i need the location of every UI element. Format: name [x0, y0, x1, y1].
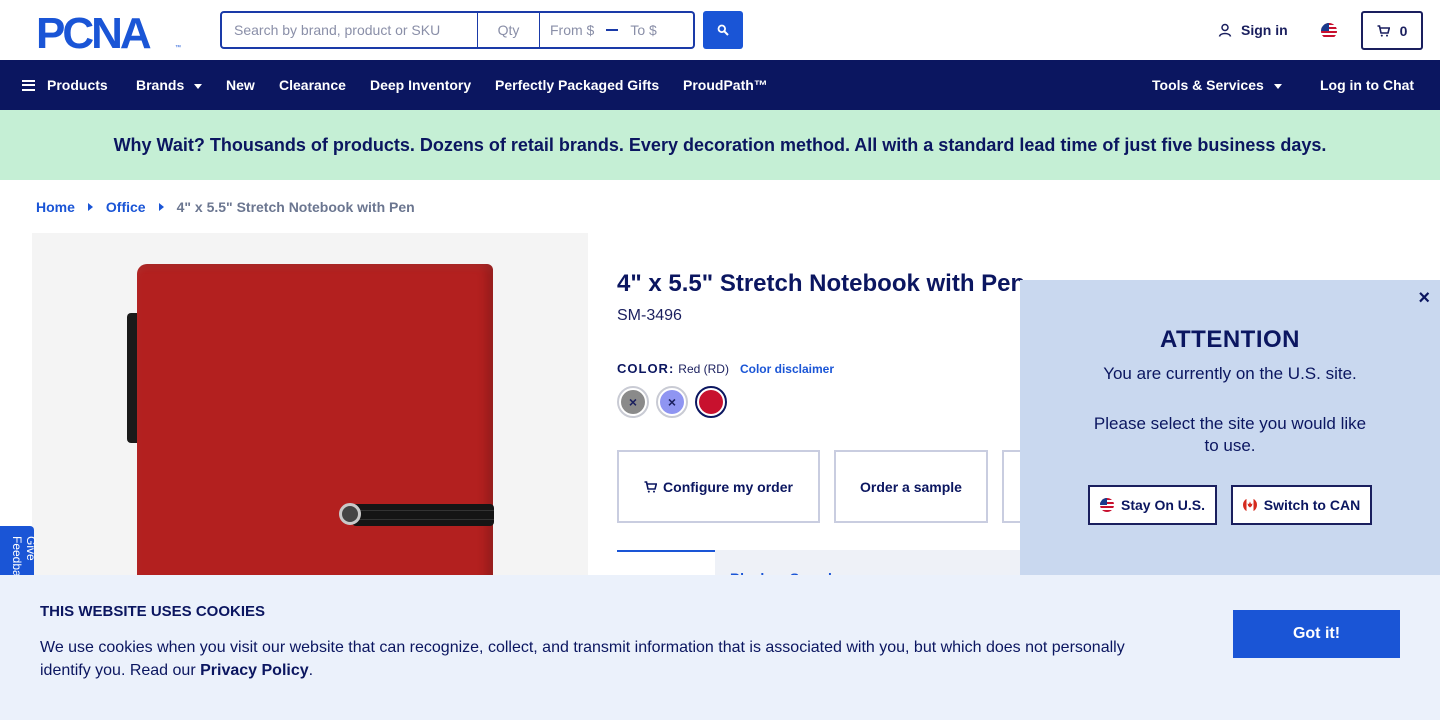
us-flag-icon: [1099, 498, 1114, 512]
configure-order-label: Configure my order: [663, 478, 793, 495]
pcna-logo[interactable]: PCNA ™: [36, 12, 184, 50]
nav-products[interactable]: Products: [22, 77, 108, 93]
stay-us-button[interactable]: Stay On U.S.: [1088, 485, 1217, 525]
nav-brands[interactable]: Brands: [136, 77, 203, 93]
quantity-input[interactable]: [478, 11, 540, 49]
svg-text:™: ™: [175, 44, 181, 50]
switch-can-label: Switch to CAN: [1263, 497, 1361, 513]
color-disclaimer-link[interactable]: Color disclaimer: [740, 362, 834, 376]
nav-products-label: Products: [47, 77, 108, 93]
promo-banner: Why Wait? Thousands of products. Dozens …: [0, 110, 1440, 180]
breadcrumb-arrow-icon: [158, 203, 164, 211]
cart-icon: [1377, 24, 1390, 37]
color-label: COLOR:: [617, 361, 675, 376]
popup-title: ATTENTION: [1159, 326, 1301, 353]
price-to-input[interactable]: To $: [630, 22, 656, 38]
close-icon[interactable]: ×: [1418, 287, 1430, 310]
breadcrumb-home[interactable]: Home: [36, 199, 75, 215]
color-value: Red (RD): [678, 361, 729, 376]
unavailable-x-icon: ×: [621, 390, 645, 414]
chat-login-link[interactable]: Log in to Chat: [1320, 77, 1414, 93]
breadcrumb: Home Office 4" x 5.5" Stretch Notebook w…: [36, 199, 415, 215]
site-select-popup: × ATTENTION You are currently on the U.S…: [1020, 280, 1440, 575]
grommet: [339, 503, 361, 525]
cart-button[interactable]: 0: [1361, 11, 1423, 50]
unavailable-x-icon: ×: [660, 390, 684, 414]
nav-new[interactable]: New: [226, 77, 255, 93]
order-sample-button[interactable]: Order a sample: [834, 450, 988, 523]
nav-perfectly-packaged-gifts[interactable]: Perfectly Packaged Gifts: [495, 77, 659, 93]
stay-us-label: Stay On U.S.: [1120, 497, 1206, 513]
nav-proudpath[interactable]: ProudPath™: [683, 77, 768, 93]
logo-text: PCNA: [36, 12, 151, 50]
site-header: PCNA ™ From $ To $ Sign in 0: [0, 0, 1440, 60]
product-title: 4" x 5.5" Stretch Notebook with Pen: [617, 270, 1026, 297]
main-nav: Products Brands New Clearance Deep Inven…: [0, 60, 1440, 110]
sign-in-link[interactable]: Sign in: [1218, 22, 1288, 38]
user-icon: [1218, 23, 1232, 37]
breadcrumb-arrow-icon: [87, 203, 93, 211]
swatch-gray[interactable]: ×: [617, 386, 649, 418]
cart-count: 0: [1399, 22, 1408, 39]
caret-down-icon: [1273, 83, 1282, 89]
switch-can-button[interactable]: Switch to CAN: [1231, 485, 1372, 525]
product-image[interactable]: [32, 233, 588, 633]
price-range: From $ To $: [540, 11, 695, 49]
menu-icon: [22, 79, 35, 91]
color-row: COLOR: Red (RD) Color disclaimer: [617, 361, 834, 376]
search-bar: From $ To $: [220, 11, 695, 49]
nav-brands-label: Brands: [136, 77, 185, 93]
popup-current-site: You are currently on the U.S. site.: [1103, 364, 1357, 383]
nav-clearance[interactable]: Clearance: [279, 77, 346, 93]
price-from-input[interactable]: From $: [550, 22, 594, 38]
cart-icon: [644, 480, 658, 493]
breadcrumb-current: 4" x 5.5" Stretch Notebook with Pen: [176, 199, 415, 215]
sign-in-label: Sign in: [1241, 22, 1288, 38]
configure-order-button[interactable]: Configure my order: [617, 450, 820, 523]
cookie-text: We use cookies when you visit our websit…: [40, 639, 1125, 679]
canada-flag-icon: [1242, 498, 1257, 512]
order-sample-label: Order a sample: [860, 478, 962, 495]
search-button[interactable]: [703, 11, 743, 49]
nav-deep-inventory[interactable]: Deep Inventory: [370, 77, 471, 93]
swatch-blue[interactable]: ×: [656, 386, 688, 418]
promo-banner-text: Why Wait? Thousands of products. Dozens …: [113, 134, 1327, 155]
us-flag-icon[interactable]: [1321, 23, 1337, 39]
search-icon: [717, 24, 729, 36]
caret-down-icon: [194, 83, 203, 89]
accept-cookies-button[interactable]: Got it!: [1233, 610, 1400, 658]
privacy-policy-link[interactable]: Privacy Policy: [200, 662, 309, 679]
swatch-red-selected[interactable]: [695, 386, 727, 418]
search-input[interactable]: [220, 11, 478, 49]
range-dash: [606, 29, 619, 31]
product-sku: SM-3496: [617, 307, 682, 324]
cookie-banner: THIS WEBSITE USES COOKIES We use cookies…: [0, 575, 1440, 720]
popup-instruction: Please select the site you would like to…: [1093, 414, 1367, 455]
breadcrumb-office[interactable]: Office: [106, 199, 146, 215]
nav-tools-services[interactable]: Tools & Services: [1152, 77, 1282, 93]
nav-tools-label: Tools & Services: [1152, 77, 1264, 93]
cookie-title: THIS WEBSITE USES COOKIES: [40, 603, 266, 620]
